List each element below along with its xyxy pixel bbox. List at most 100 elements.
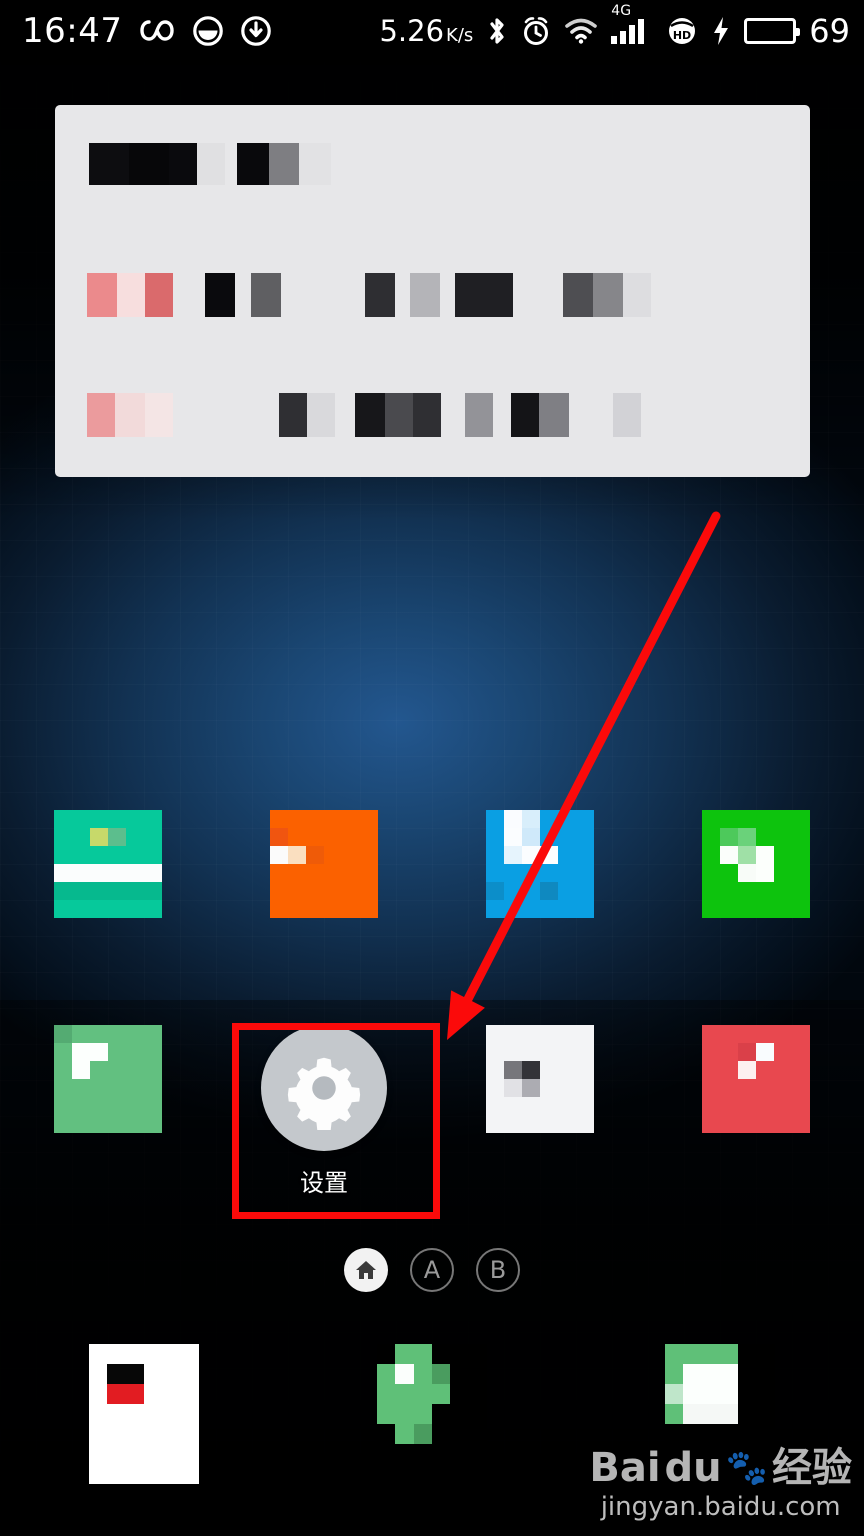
gear-icon — [261, 1025, 387, 1151]
icon-pixel — [665, 1384, 684, 1404]
app-lightgreen-icon — [54, 1025, 162, 1133]
svg-text:HD: HD — [673, 29, 691, 42]
icon-pixel — [665, 1344, 739, 1364]
battery-icon — [744, 18, 801, 44]
censored-block — [413, 393, 441, 437]
page-indicator-home[interactable] — [344, 1248, 388, 1292]
app-green-icon — [702, 810, 810, 918]
network-type-label: 4G — [611, 3, 632, 19]
icon-pixel — [683, 1404, 739, 1424]
icon-pixel — [720, 828, 738, 846]
icon-pixel — [288, 846, 306, 864]
censored-block — [169, 143, 197, 185]
app-white[interactable] — [440, 1025, 640, 1133]
network-speed-unit: K/s — [446, 24, 474, 46]
icon-pixel — [54, 882, 162, 900]
status-bar-right-group: 5.26 K/s 4G HD 69 — [379, 4, 864, 47]
censored-block — [145, 273, 173, 317]
censored-block — [87, 393, 115, 437]
icon-pixel — [720, 846, 738, 864]
censored-block — [563, 273, 593, 317]
app-blue[interactable] — [440, 810, 640, 918]
censored-block — [145, 393, 173, 437]
censored-block — [299, 143, 331, 185]
app-lightgreen[interactable] — [8, 1025, 208, 1133]
censored-block — [365, 273, 395, 317]
icon-pixel — [413, 1424, 432, 1444]
app-settings[interactable]: 设置 — [224, 1025, 424, 1198]
notification-blurred-line — [55, 393, 810, 443]
watermark-suffix: 经验 — [772, 1445, 852, 1491]
dock-green[interactable] — [332, 1344, 532, 1484]
censored-block — [593, 273, 623, 317]
icon-pixel — [54, 1025, 72, 1043]
dock-news[interactable] — [44, 1344, 244, 1484]
icon-pixel — [107, 1384, 144, 1404]
home-icon — [356, 1261, 376, 1279]
icon-pixel — [683, 1384, 739, 1404]
app-red[interactable] — [656, 1025, 856, 1133]
icon-pixel — [522, 1079, 540, 1097]
icon-pixel — [270, 846, 288, 864]
watermark-url: jingyan.baidu.com — [600, 1492, 841, 1522]
notification-card[interactable] — [55, 105, 810, 477]
icon-pixel — [756, 1043, 774, 1061]
baidu-watermark: Bai du 🐾 经验 jingyan.baidu.com — [589, 1448, 852, 1522]
page-indicator-b[interactable]: B — [476, 1248, 520, 1292]
eye-circle-icon — [192, 15, 224, 47]
censored-block — [623, 273, 651, 317]
icon-pixel — [377, 1404, 432, 1424]
app-teal[interactable] — [8, 810, 208, 918]
censored-block — [205, 273, 235, 317]
status-bar[interactable]: 16:47 5.26 K/s 4G HD 69 — [0, 0, 864, 62]
censored-block — [279, 393, 307, 437]
icon-pixel — [540, 846, 558, 864]
icon-pixel — [395, 1344, 432, 1364]
app-green[interactable] — [656, 810, 856, 918]
app-blue-icon — [486, 810, 594, 918]
paw-icon: 🐾 — [725, 1448, 768, 1488]
censored-block — [355, 393, 385, 437]
status-bar-clock: 16:47 — [22, 11, 123, 51]
page-indicator-a[interactable]: A — [410, 1248, 454, 1292]
bluetooth-icon — [486, 15, 508, 47]
censored-block — [385, 393, 413, 437]
infinity-icon — [138, 18, 176, 44]
icon-pixel — [738, 864, 756, 882]
censored-block — [307, 393, 335, 437]
app-settings-label: 设置 — [300, 1169, 348, 1197]
icon-pixel — [522, 810, 540, 828]
phone-screen: 16:47 5.26 K/s 4G HD 69 设置 A B Bai du 🐾 … — [0, 0, 864, 1536]
icon-pixel — [504, 1061, 522, 1079]
app-teal-icon — [54, 810, 162, 918]
app-white-icon — [486, 1025, 594, 1133]
censored-block — [87, 273, 117, 317]
app-row — [0, 810, 864, 1025]
censored-block — [539, 393, 569, 437]
icon-pixel — [270, 828, 288, 846]
dock-green-icon — [377, 1344, 487, 1484]
censored-block — [465, 393, 493, 437]
watermark-brand: Bai — [589, 1445, 661, 1491]
icon-pixel — [432, 1364, 451, 1384]
alarm-clock-icon — [521, 15, 551, 47]
status-bar-left-group: 16:47 — [0, 14, 272, 48]
censored-block — [117, 273, 145, 317]
icon-pixel — [504, 1079, 522, 1097]
icon-pixel — [72, 1043, 108, 1061]
app-row: 设置 — [0, 1025, 864, 1240]
page-indicator-b-label: B — [489, 1256, 507, 1284]
page-indicator-group: AB — [0, 1248, 864, 1292]
download-circle-icon — [240, 15, 272, 47]
signal-bars-icon: 4G — [611, 4, 653, 44]
icon-pixel — [665, 1404, 684, 1424]
icon-pixel — [738, 846, 756, 864]
app-orange[interactable] — [224, 810, 424, 918]
icon-pixel — [306, 846, 324, 864]
icon-pixel — [504, 846, 522, 864]
icon-pixel — [756, 864, 774, 882]
watermark-brand-row: Bai du 🐾 经验 — [589, 1448, 852, 1488]
censored-block — [410, 273, 440, 317]
censored-block — [511, 393, 539, 437]
charging-bolt-icon — [711, 16, 731, 46]
